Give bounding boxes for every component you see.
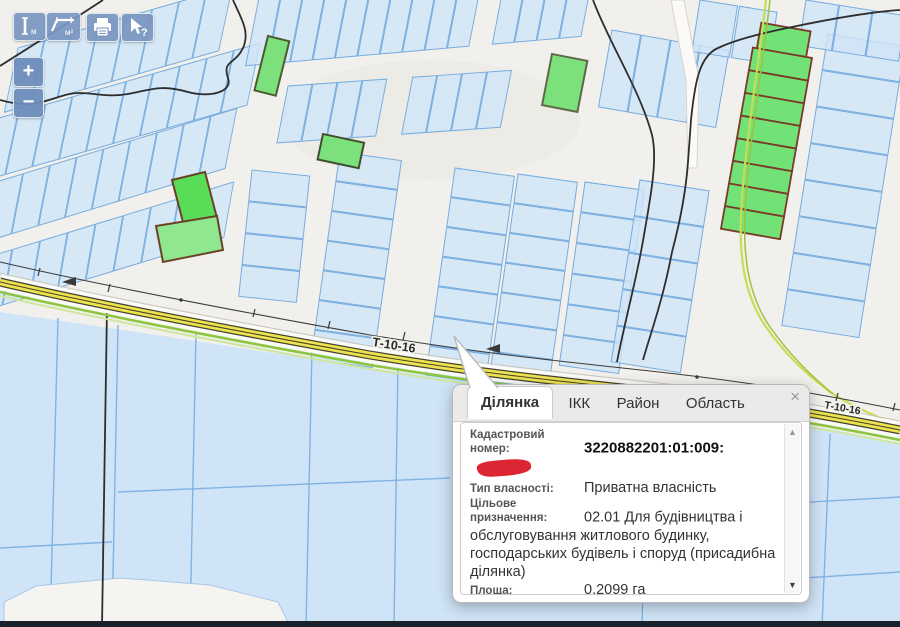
cursor-help-icon: ? (122, 14, 153, 41)
ownership-value: Приватна власність (584, 480, 716, 496)
zoom-in-button[interactable]: + (13, 57, 44, 87)
field-label: Тип власності: (470, 482, 584, 496)
field-row: Кадастровий номер:3220882201:01:009: (470, 428, 781, 479)
tab-dilyanka[interactable]: Ділянка (467, 386, 553, 419)
zoom-out-button[interactable]: − (13, 88, 44, 118)
field-row: Тип власності:Приватна власність (470, 479, 781, 497)
tab-rayon[interactable]: Район (606, 387, 671, 418)
popup-body: Кадастровий номер:3220882201:01:009: Тип… (460, 422, 802, 595)
printer-icon (87, 14, 118, 41)
tab-oblast[interactable]: Область (675, 387, 756, 418)
field-row: Площа:0.2099 га (470, 581, 781, 595)
tab-ikk[interactable]: ІКК (558, 387, 602, 418)
popup-tail (440, 332, 510, 390)
scroll-down-icon[interactable]: ▼ (785, 580, 800, 590)
scroll-up-icon[interactable]: ▲ (785, 427, 800, 437)
popup-scrollbar[interactable]: ▲ ▼ (784, 424, 800, 593)
close-icon[interactable]: × (790, 388, 800, 405)
popup-content: Кадастровий номер:3220882201:01:009: Тип… (470, 428, 781, 590)
measure-length-button[interactable]: м (13, 12, 46, 41)
area-icon: м² (47, 13, 80, 40)
svg-text:м: м (31, 27, 37, 36)
parcel-popup: Ділянка ІКК Район Область × Кадастровий … (452, 384, 810, 603)
measure-area-button[interactable]: м² (46, 12, 81, 41)
svg-text:?: ? (141, 27, 148, 39)
print-button[interactable] (86, 13, 119, 42)
identify-button[interactable]: ? (121, 13, 154, 42)
field-row: Цільове призначення:02.01 Для будівництв… (470, 497, 781, 582)
field-label: Площа: (470, 584, 584, 595)
popup-tabs: Ділянка ІКК Район Область × (453, 385, 809, 422)
map-canvas[interactable]: Т-10-16 Т-10-16 м м² (0, 0, 900, 627)
bottom-bar (0, 621, 900, 627)
field-label: Кадастровий номер: (470, 428, 584, 457)
cadastral-number-value: 3220882201:01:009: (584, 439, 724, 456)
redaction-scribble (472, 458, 534, 477)
field-label: Цільове призначення: (470, 497, 584, 526)
svg-text:м²: м² (65, 28, 74, 37)
area-value: 0.2099 га (584, 582, 645, 595)
ruler-icon: м (14, 13, 45, 40)
